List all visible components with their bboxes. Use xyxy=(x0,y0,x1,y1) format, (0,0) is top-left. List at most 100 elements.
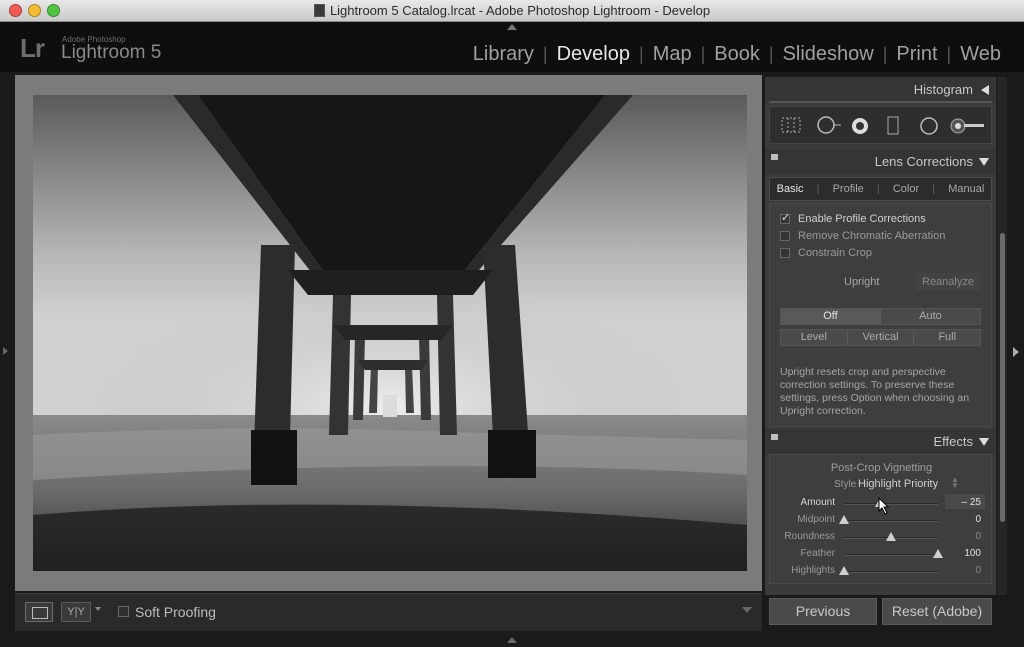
adjustment-brush-icon[interactable] xyxy=(950,116,986,136)
top-panel-toggle-icon[interactable] xyxy=(507,24,517,30)
constrain-crop-label: Constrain Crop xyxy=(798,247,872,259)
slider-track[interactable] xyxy=(844,503,938,505)
tab-separator: | xyxy=(877,183,880,195)
lens-corrections-basic-content: Enable Profile Corrections Remove Chroma… xyxy=(769,203,992,427)
slider-midpoint[interactable]: Midpoint 0 xyxy=(770,513,993,529)
slider-track[interactable] xyxy=(844,571,938,573)
toolbar-content-dropdown-icon[interactable] xyxy=(742,607,752,613)
upright-vertical-button[interactable]: Vertical xyxy=(847,330,915,345)
remove-chromatic-aberration-checkbox[interactable] xyxy=(780,231,790,241)
red-eye-icon[interactable] xyxy=(850,116,870,136)
lens-corrections-tabs: Basic | Profile | Color | Manual xyxy=(769,177,992,201)
collapse-arrow-icon xyxy=(981,85,989,95)
photo-preview[interactable] xyxy=(33,95,747,571)
spot-removal-icon[interactable] xyxy=(816,116,842,134)
remove-chromatic-aberration-label: Remove Chromatic Aberration xyxy=(798,230,946,242)
mouse-cursor-icon xyxy=(878,497,890,515)
left-panel-toggle-icon[interactable] xyxy=(3,347,8,355)
effects-content: Post-Crop Vignetting Style Highlight Pri… xyxy=(769,454,992,584)
pier-photo-image xyxy=(33,95,747,571)
remove-chromatic-aberration-row[interactable]: Remove Chromatic Aberration xyxy=(780,230,945,242)
tab-separator: | xyxy=(816,183,820,195)
tab-color[interactable]: Color xyxy=(893,183,919,195)
soft-proofing-label: Soft Proofing xyxy=(135,604,216,620)
upright-auto-button[interactable]: Auto xyxy=(881,309,980,324)
slider-value[interactable]: – 25 xyxy=(962,497,981,508)
module-print[interactable]: Print xyxy=(887,43,946,66)
slider-label: Midpoint xyxy=(797,514,835,525)
constrain-crop-checkbox[interactable] xyxy=(780,248,790,258)
lightroom-logo: Lr xyxy=(20,33,45,63)
slider-label: Amount xyxy=(800,497,835,508)
histogram-title: Histogram xyxy=(913,82,973,97)
select-stepper-icon: ▲ ▼ xyxy=(951,475,959,490)
enable-profile-corrections-label: Enable Profile Corrections xyxy=(798,213,926,225)
upright-help-text: Upright resets crop and perspective corr… xyxy=(780,366,970,417)
panel-on-off-switch[interactable] xyxy=(771,154,778,160)
radial-filter-icon[interactable] xyxy=(918,116,940,136)
slider-thumb[interactable] xyxy=(933,549,943,558)
filmstrip-toggle-icon[interactable] xyxy=(507,637,517,643)
right-panel-toggle-icon[interactable] xyxy=(1013,347,1019,357)
upright-level-button[interactable]: Level xyxy=(781,330,848,345)
slider-track[interactable] xyxy=(844,554,938,556)
slider-value[interactable]: 0 xyxy=(975,531,981,542)
tab-manual[interactable]: Manual xyxy=(948,183,984,195)
slider-highlights[interactable]: Highlights 0 xyxy=(770,564,993,580)
histogram-panel-header[interactable]: Histogram xyxy=(765,77,996,102)
enable-profile-corrections-checkbox[interactable] xyxy=(780,211,790,224)
vignette-style-select[interactable]: Highlight Priority xyxy=(858,478,938,490)
slider-value[interactable]: 100 xyxy=(964,548,981,559)
module-develop[interactable]: Develop xyxy=(548,43,639,66)
loupe-view-button[interactable] xyxy=(25,602,53,622)
tab-profile[interactable]: Profile xyxy=(833,183,864,195)
right-panel-scroll-thumb[interactable] xyxy=(1000,233,1005,522)
module-library[interactable]: Library xyxy=(464,43,543,66)
slider-track[interactable] xyxy=(844,520,938,522)
module-slideshow[interactable]: Slideshow xyxy=(774,43,883,66)
expand-arrow-icon xyxy=(979,158,989,166)
slider-thumb[interactable] xyxy=(839,515,849,524)
upright-label: Upright xyxy=(844,276,880,288)
expand-arrow-icon xyxy=(979,438,989,446)
module-book[interactable]: Book xyxy=(705,43,769,66)
slider-label: Roundness xyxy=(784,531,835,542)
tab-basic[interactable]: Basic xyxy=(777,183,804,195)
graduated-filter-icon[interactable] xyxy=(886,116,900,136)
reanalyze-button[interactable]: Reanalyze xyxy=(915,273,981,291)
tool-strip xyxy=(769,106,992,144)
post-crop-vignetting-heading: Post-Crop Vignetting xyxy=(830,462,933,474)
slider-value[interactable]: 0 xyxy=(975,565,981,576)
window-title-text: Lightroom 5 Catalog.lrcat - Adobe Photos… xyxy=(329,3,711,18)
soft-proofing-checkbox[interactable] xyxy=(118,606,129,617)
before-after-view-button[interactable]: Y|Y xyxy=(61,602,91,622)
slider-label: Feather xyxy=(800,548,835,559)
slider-value[interactable]: 0 xyxy=(975,514,981,525)
slider-label: Highlights xyxy=(791,565,835,576)
module-map[interactable]: Map xyxy=(644,43,701,66)
upright-mode-row-1: Off Auto xyxy=(780,308,981,325)
logo-product-name: Lightroom 5 xyxy=(61,42,162,63)
slider-feather[interactable]: Feather 100 xyxy=(770,547,993,563)
before-after-dropdown-icon[interactable] xyxy=(95,607,101,611)
vignette-style-label: Style xyxy=(834,479,857,490)
lens-corrections-panel-header[interactable]: Lens Corrections xyxy=(765,149,996,174)
lens-corrections-title: Lens Corrections xyxy=(874,154,973,169)
reset-button[interactable]: Reset (Adobe) xyxy=(882,598,992,625)
window-title: Lightroom 5 Catalog.lrcat - Adobe Photos… xyxy=(0,3,1024,18)
enable-profile-corrections-row[interactable]: Enable Profile Corrections xyxy=(780,211,926,225)
upright-full-button[interactable]: Full xyxy=(914,330,981,345)
module-web[interactable]: Web xyxy=(951,43,1010,66)
panel-on-off-switch[interactable] xyxy=(771,434,778,440)
effects-title: Effects xyxy=(933,434,973,449)
crop-overlay-icon[interactable] xyxy=(780,116,802,134)
slider-thumb[interactable] xyxy=(886,532,896,541)
module-picker: Library | Develop | Map | Book | Slidesh… xyxy=(464,43,1010,66)
slider-thumb[interactable] xyxy=(839,566,849,575)
effects-panel-header[interactable]: Effects xyxy=(765,429,996,454)
constrain-crop-row[interactable]: Constrain Crop xyxy=(780,247,872,259)
upright-off-button[interactable]: Off xyxy=(781,309,881,324)
title-bar: Lightroom 5 Catalog.lrcat - Adobe Photos… xyxy=(0,0,1024,22)
previous-button[interactable]: Previous xyxy=(769,598,877,625)
slider-roundness[interactable]: Roundness 0 xyxy=(770,530,993,546)
